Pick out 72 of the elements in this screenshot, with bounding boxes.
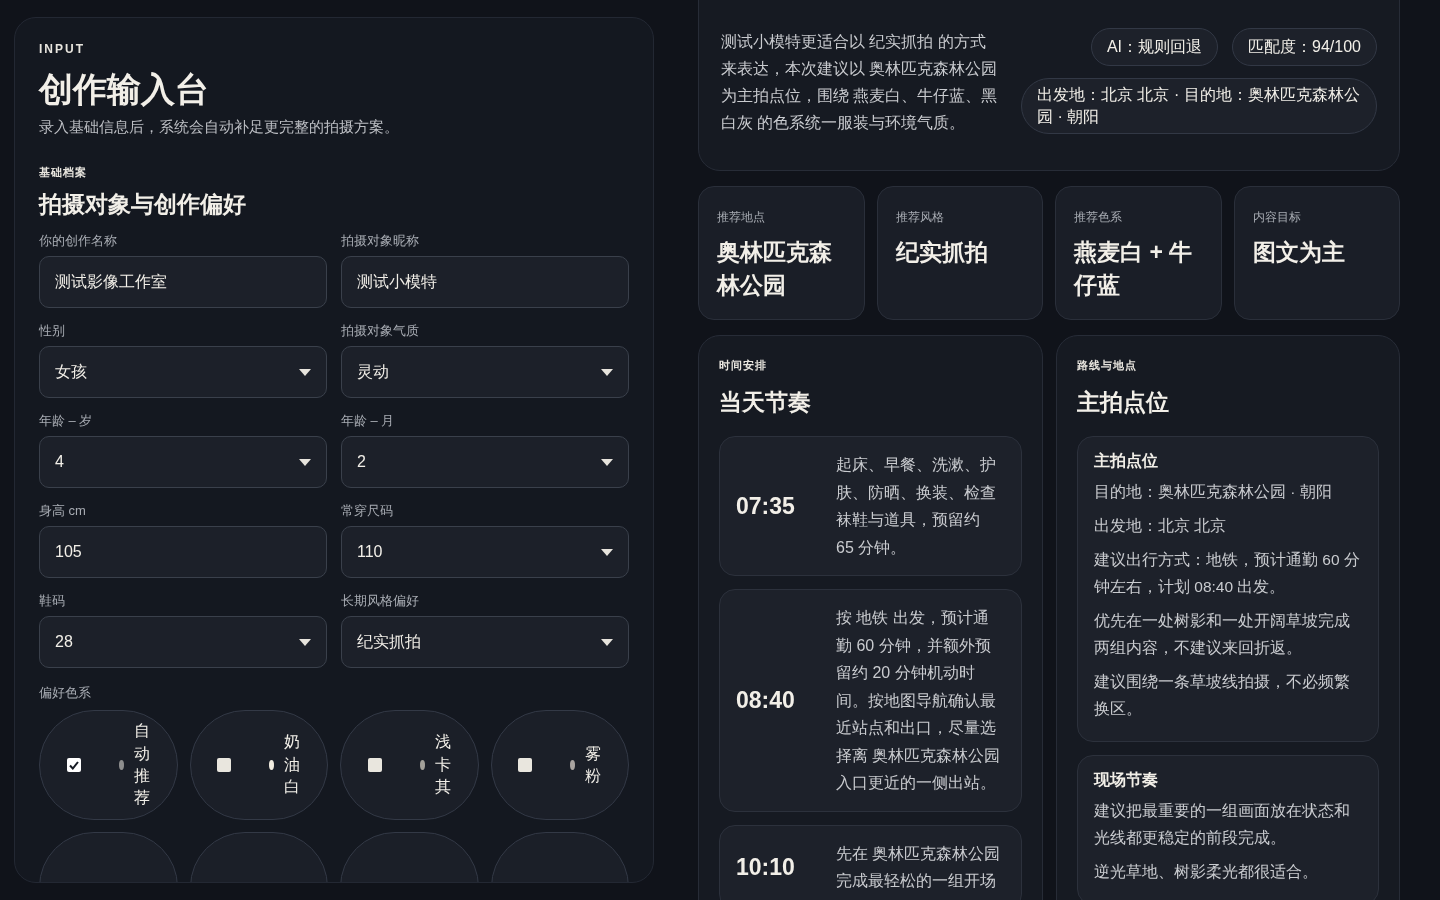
highlight-label: 推荐色系 bbox=[1074, 209, 1123, 226]
caret-icon bbox=[299, 368, 311, 376]
time-label: 10:10 bbox=[736, 853, 796, 881]
block-text: 逆光草地、树影柔光都很适合。 bbox=[1094, 862, 1319, 882]
field-label: 年龄 – 岁 bbox=[39, 412, 94, 430]
select-field[interactable]: 4 bbox=[39, 436, 327, 488]
highlight-value: 燕麦白 + 牛仔蓝 bbox=[1074, 238, 1194, 300]
section-title: 当天节奏 bbox=[719, 388, 812, 417]
field-label: 鞋码 bbox=[39, 592, 66, 610]
time-label: 07:35 bbox=[736, 492, 796, 520]
block-title: 主拍点位 bbox=[1094, 451, 1159, 471]
select-field[interactable]: 灵动 bbox=[341, 346, 629, 398]
field-label: 性别 bbox=[39, 322, 66, 340]
field-label: 拍摄对象气质 bbox=[341, 322, 420, 340]
panel-title: 创作输入台 bbox=[39, 69, 210, 110]
block-text: 目的地：奥林匹克森林公园 · 朝阳 bbox=[1094, 482, 1333, 502]
caret-icon bbox=[601, 638, 613, 646]
field-label: 常穿尺码 bbox=[341, 502, 394, 520]
highlight-value: 奥林匹克森林公园 bbox=[717, 238, 833, 300]
input-field[interactable]: 测试小模特 bbox=[341, 256, 629, 308]
highlight-value: 纪实抓拍 bbox=[895, 238, 989, 267]
select-field[interactable]: 2 bbox=[341, 436, 629, 488]
highlight-value: 图文为主 bbox=[1252, 238, 1346, 267]
highlight-label: 内容目标 bbox=[1252, 209, 1302, 226]
color-option[interactable]: 奶油白 bbox=[189, 710, 328, 820]
caret-icon bbox=[601, 368, 613, 376]
checkbox[interactable] bbox=[66, 758, 81, 772]
caret-icon bbox=[299, 458, 311, 466]
eyebrow-label: INPUT bbox=[39, 42, 86, 56]
block-text: 优先在一处树影和一处开阔草坡完成两组内容，不建议来回折返。 bbox=[1094, 611, 1351, 658]
section-title: 主拍点位 bbox=[1077, 388, 1170, 417]
time-label: 08:40 bbox=[736, 686, 796, 714]
color-option[interactable]: 雾粉 bbox=[490, 710, 629, 820]
input-field[interactable]: 测试影像工作室 bbox=[39, 256, 327, 308]
field-label: 你的创作名称 bbox=[39, 232, 118, 250]
select-field[interactable]: 纪实抓拍 bbox=[341, 616, 629, 668]
color-option[interactable]: 自动推荐 bbox=[39, 710, 178, 820]
checkbox[interactable] bbox=[518, 758, 533, 772]
section-label: 时间安排 bbox=[719, 358, 768, 373]
summary-text: 测试小模特更适合以 纪实抓拍 的方式来表达，本次建议以 奥林匹克森林公园为主拍点位，围绕 燕麦白、牛仔蓝、黑白灰 的色系统一服装与环境气质。 bbox=[721, 32, 999, 133]
block-title: 现场节奏 bbox=[1094, 770, 1159, 790]
section-label: 路线与地点 bbox=[1077, 358, 1138, 373]
checkbox[interactable] bbox=[367, 758, 382, 772]
section-label: 基础档案 bbox=[39, 165, 88, 180]
field-label: 拍摄对象昵称 bbox=[341, 232, 420, 250]
block-text: 建议围绕一条草坡线拍摄，不必频繁换区。 bbox=[1094, 672, 1351, 719]
checkbox[interactable] bbox=[217, 758, 232, 772]
block-text: 出发地：北京 北京 bbox=[1094, 516, 1228, 536]
info-badge: 匹配度：94/100 bbox=[1232, 28, 1377, 66]
select-field[interactable]: 女孩 bbox=[39, 346, 327, 398]
field-label: 长期风格偏好 bbox=[341, 592, 420, 610]
input-field[interactable]: 105 bbox=[39, 526, 327, 578]
panel-subtitle: 录入基础信息后，系统会自动补足更完整的拍摄方案。 bbox=[39, 118, 400, 137]
caret-icon bbox=[601, 458, 613, 466]
highlight-label: 推荐地点 bbox=[717, 209, 766, 226]
caret-icon bbox=[299, 638, 311, 646]
info-badge: AI：规则回退 bbox=[1090, 28, 1219, 66]
timeline-text: 起床、早餐、洗漱、护肤、防晒、换装、检查袜鞋与道具，预留约 65 分钟。 bbox=[836, 455, 997, 558]
field-label: 年龄 – 月 bbox=[341, 412, 396, 430]
timeline-text: 按 地铁 出发，预计通勤 60 分钟，并额外预留约 20 分钟机动时间。按地图导航确认最近站点和出口，尽量选择离 奥林匹克森林公园入口更近的一侧出站。 bbox=[836, 608, 1002, 793]
select-field[interactable]: 28 bbox=[39, 616, 327, 668]
block-text: 建议出行方式：地铁，预计通勤 60 分钟左右，计划 08:40 出发。 bbox=[1094, 550, 1361, 597]
select-field[interactable]: 110 bbox=[341, 526, 629, 578]
field-label: 偏好色系 bbox=[39, 684, 92, 702]
field-label: 身高 cm bbox=[39, 502, 87, 520]
highlight-label: 推荐风格 bbox=[895, 209, 945, 226]
section-title: 拍摄对象与创作偏好 bbox=[39, 190, 247, 219]
timeline-text: 先在 奥林匹克森林公园完成最轻松的一组开场 bbox=[836, 843, 1002, 891]
color-option[interactable]: 浅卡其 bbox=[340, 710, 479, 820]
route-badge: 出发地：北京 北京 · 目的地：奥林匹克森林公园 · 朝阳 bbox=[1021, 78, 1377, 134]
block-text: 建议把最重要的一组画面放在状态和光线都更稳定的前段完成。 bbox=[1094, 801, 1351, 848]
caret-icon bbox=[601, 548, 613, 556]
